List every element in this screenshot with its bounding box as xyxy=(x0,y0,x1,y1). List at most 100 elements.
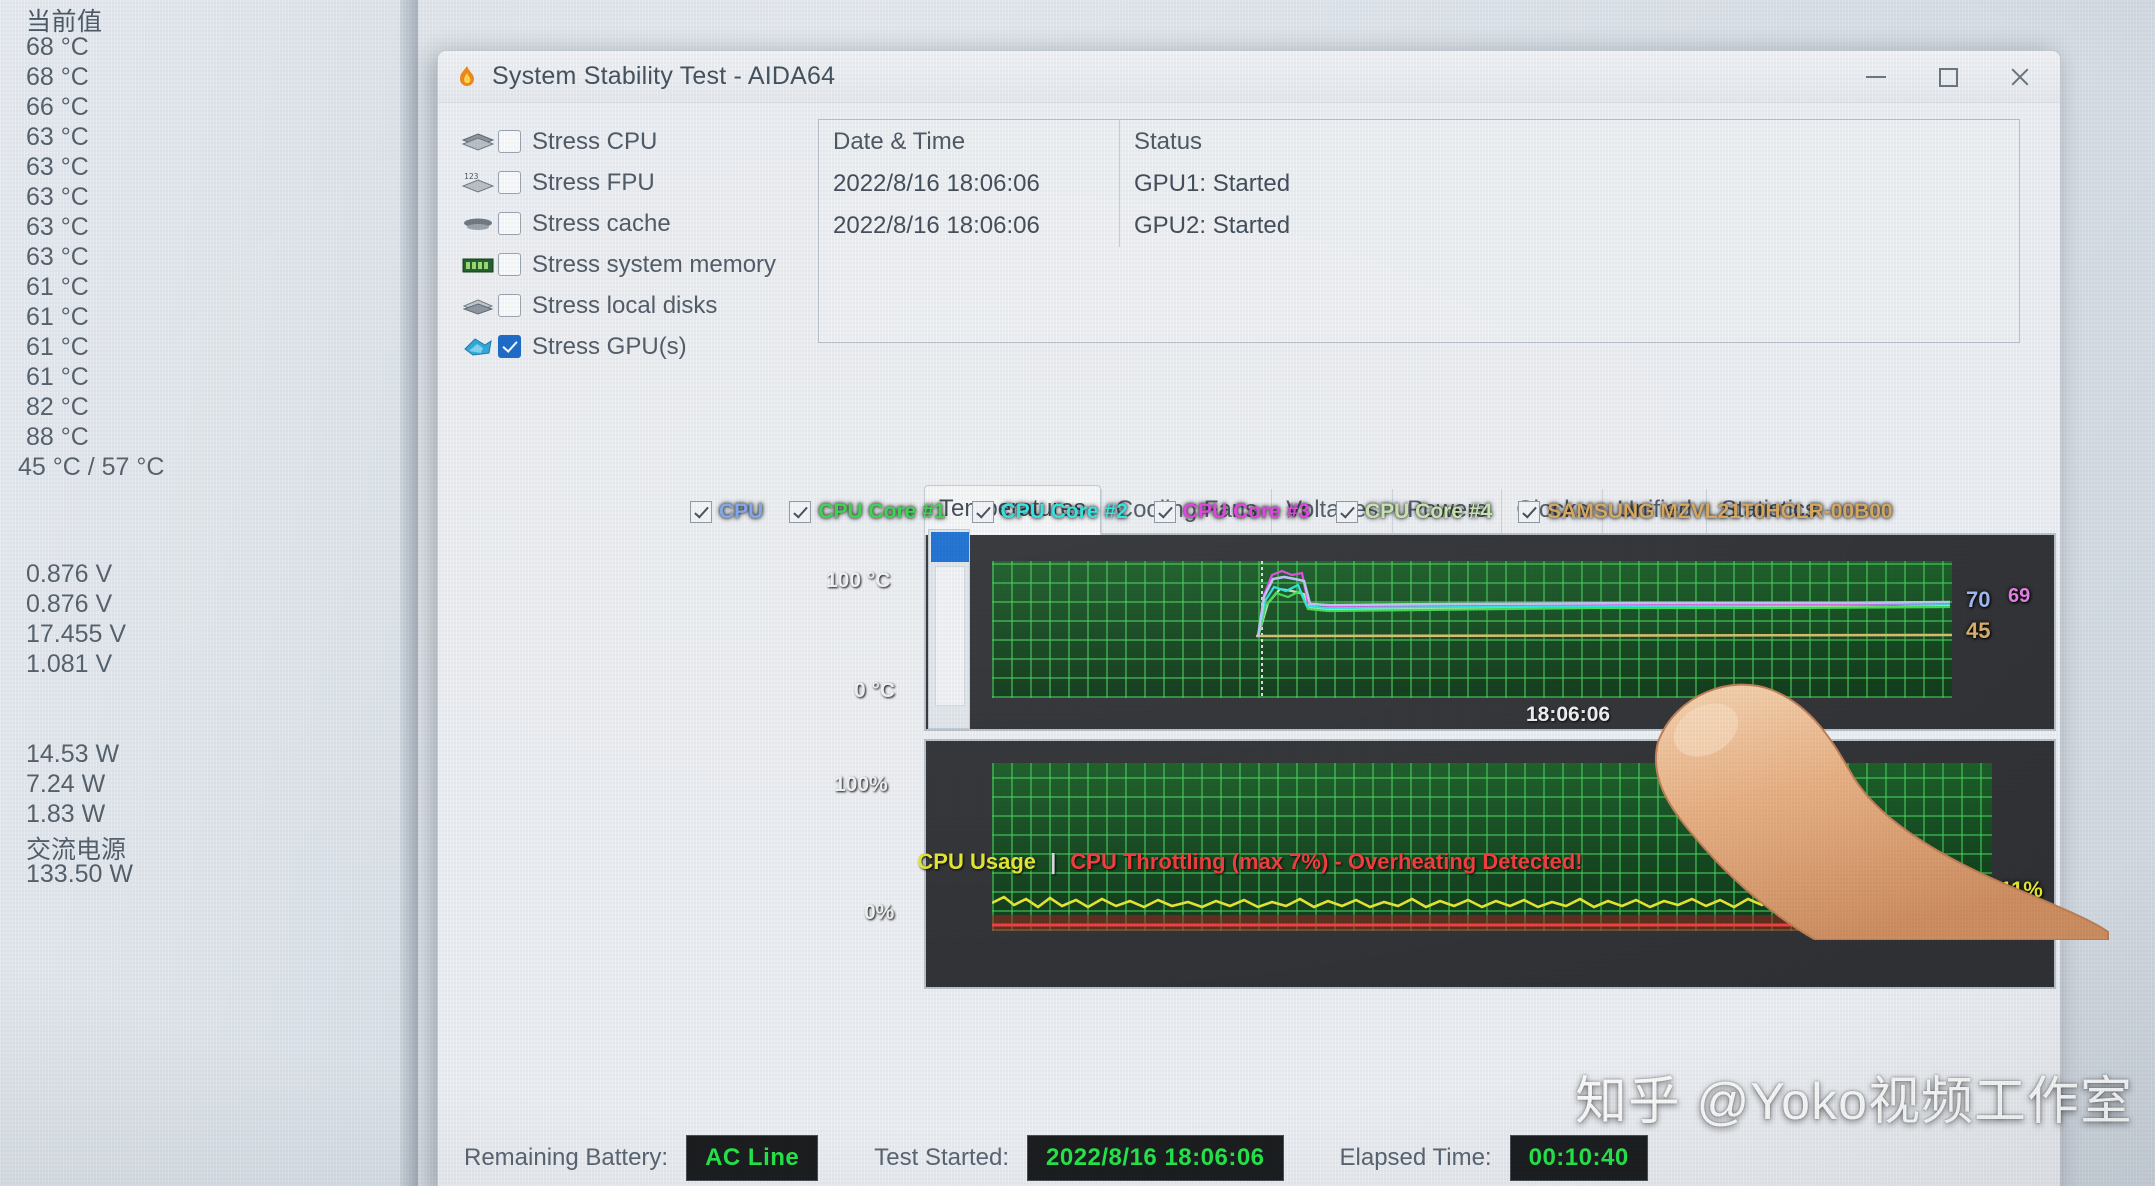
sensor-value: 1.081 V xyxy=(26,650,113,678)
scrollbar-thumb[interactable] xyxy=(931,532,969,562)
legend-item-core3[interactable]: CPU Core #3 xyxy=(1153,500,1310,524)
legend-checkbox[interactable] xyxy=(789,501,812,523)
stress-memory-checkbox[interactable] xyxy=(498,253,521,276)
temperature-plot-area xyxy=(992,561,1952,698)
stress-option-label: Stress FPU xyxy=(532,168,655,196)
temperature-chart-legend[interactable]: CPU CPU Core #1 CPU Core #2 CPU Core #3 … xyxy=(690,500,1893,524)
panel-divider xyxy=(400,0,418,1186)
cpu-usage-label: CPU Usage xyxy=(917,849,1036,874)
legend-label: CPU Core #1 xyxy=(818,500,946,523)
table-row[interactable]: 2022/8/16 18:06:06 GPU1: Started xyxy=(819,163,2019,205)
sensor-value: 17.455 V xyxy=(26,620,127,648)
column-header-datetime: Date & Time xyxy=(833,127,966,155)
stress-option-label: Stress local disks xyxy=(532,291,718,319)
stress-option-gpu[interactable]: Stress GPU(s) xyxy=(458,326,776,367)
sensor-value: 88 °C xyxy=(26,423,89,451)
title-separator: | xyxy=(1050,849,1057,874)
chart-scrollbar[interactable] xyxy=(928,529,970,729)
stress-options-list: Stress CPU 123 Stress FPU Stress cache S… xyxy=(458,121,776,367)
throttling-warning: CPU Throttling (max 7%) - Overheating De… xyxy=(1070,849,1583,874)
test-started-value: 2022/8/16 18:06:06 xyxy=(1027,1135,1284,1181)
sensor-value: 63 °C xyxy=(26,243,89,271)
sensor-panel: 当前值 68 °C 68 °C 66 °C 63 °C 63 °C 63 °C … xyxy=(0,0,415,1186)
stress-option-cache[interactable]: Stress cache xyxy=(458,203,776,244)
stress-option-fpu[interactable]: 123 Stress FPU xyxy=(458,162,776,203)
legend-checkbox[interactable] xyxy=(971,501,994,523)
legend-item-cpu[interactable]: CPU xyxy=(690,500,763,524)
legend-label: CPU xyxy=(719,500,764,523)
sensor-value: 63 °C xyxy=(26,123,89,151)
stress-fpu-checkbox[interactable] xyxy=(498,171,521,194)
legend-checkbox[interactable] xyxy=(1518,501,1541,523)
sensor-value: 68 °C xyxy=(26,33,89,61)
svg-text:123: 123 xyxy=(464,172,479,181)
elapsed-time-label: Elapsed Time: xyxy=(1339,1144,1492,1171)
maximize-button[interactable] xyxy=(1912,51,1984,103)
scrollbar-track[interactable] xyxy=(935,566,965,706)
close-button[interactable] xyxy=(1984,51,2056,103)
stress-disks-checkbox[interactable] xyxy=(498,294,521,317)
temp-axis-max-label: 100 °C xyxy=(826,569,891,592)
sensor-value: 68 °C xyxy=(26,63,89,91)
temp-value-label-core: 69 xyxy=(2008,585,2031,607)
remaining-battery-label: Remaining Battery: xyxy=(464,1144,669,1171)
stress-option-disks[interactable]: Stress local disks xyxy=(458,285,776,326)
cpu-axis-max-label: 100% xyxy=(834,773,888,796)
cell-status: GPU1: Started xyxy=(1134,170,1291,197)
sensor-value: 7.24 W xyxy=(26,770,106,798)
cpu-usage-chart-title: CPU Usage | CPU Throttling (max 7%) - Ov… xyxy=(440,849,2060,875)
sensor-value: 133.50 W xyxy=(26,860,134,888)
sensor-value: 61 °C xyxy=(26,363,89,391)
legend-label: SAMSUNG MZVL21T0HCLR-00B00 xyxy=(1547,500,1893,523)
legend-item-core2[interactable]: CPU Core #2 xyxy=(971,500,1128,524)
stress-option-cpu[interactable]: Stress CPU xyxy=(458,121,776,162)
stress-option-label: Stress cache xyxy=(532,209,671,237)
watermark-text: 知乎 @Yoko视频工作室 xyxy=(1575,1073,2133,1131)
sensor-value: 0.876 V xyxy=(26,590,113,618)
disk-icon xyxy=(458,291,498,321)
sensor-value: 63 °C xyxy=(26,213,89,241)
legend-checkbox[interactable] xyxy=(690,501,712,523)
maximize-icon xyxy=(1938,67,1958,87)
temp-axis-min-label: 0 °C xyxy=(854,679,896,702)
status-log-table[interactable]: Date & Time Status 2022/8/16 18:06:06 GP… xyxy=(818,119,2020,343)
stress-cache-checkbox[interactable] xyxy=(498,212,521,235)
sensor-value: 0.876 V xyxy=(26,560,113,588)
temperature-chart: 100 °C 0 °C 70 69 45 18:06:06 xyxy=(826,533,2056,731)
fpu-icon: 123 xyxy=(458,168,498,198)
laptop-screen-photo: 当前值 68 °C 68 °C 66 °C 63 °C 63 °C 63 °C … xyxy=(0,0,2155,1186)
cpu-throttling-value-label: 0% xyxy=(2024,909,2056,934)
cell-datetime: 2022/8/16 18:06:06 xyxy=(833,212,1040,239)
legend-item-samsung-ssd[interactable]: SAMSUNG MZVL21T0HCLR-00B00 xyxy=(1518,500,1893,524)
window-titlebar: System Stability Test - AIDA64 xyxy=(438,51,2060,103)
legend-label: CPU Core #3 xyxy=(1182,500,1310,523)
legend-checkbox[interactable] xyxy=(1153,501,1176,523)
cell-status: GPU2: Started xyxy=(1134,212,1291,239)
system-stability-test-window: System Stability Test - AIDA64 Stress CP… xyxy=(437,50,2061,1186)
sensor-value: 45 °C / 57 °C xyxy=(18,453,165,481)
minimize-button[interactable] xyxy=(1840,51,1912,103)
temp-value-label-ssd: 45 xyxy=(1966,618,1991,643)
cache-icon xyxy=(458,209,498,239)
memory-icon xyxy=(458,250,498,280)
table-row[interactable]: 2022/8/16 18:06:06 GPU2: Started xyxy=(819,205,2019,247)
test-started-label: Test Started: xyxy=(874,1144,1009,1171)
sensor-value: 82 °C xyxy=(26,393,89,421)
sensor-value: 61 °C xyxy=(26,303,89,331)
sensor-value: 14.53 W xyxy=(26,740,120,768)
stress-gpu-checkbox[interactable] xyxy=(498,335,521,358)
legend-label: CPU Core #4 xyxy=(1365,500,1493,523)
cpu-usage-plot-area xyxy=(992,763,1992,931)
stress-cpu-checkbox[interactable] xyxy=(498,130,521,153)
legend-item-core1[interactable]: CPU Core #1 xyxy=(789,500,946,524)
stress-option-memory[interactable]: Stress system memory xyxy=(458,244,776,285)
legend-checkbox[interactable] xyxy=(1336,501,1358,523)
sensor-value: 63 °C xyxy=(26,183,89,211)
sensor-value: 63 °C xyxy=(26,153,89,181)
options-area: Stress CPU 123 Stress FPU Stress cache S… xyxy=(438,103,2060,361)
temp-value-label-cpu: 70 xyxy=(1966,587,1991,612)
stress-option-label: Stress GPU(s) xyxy=(532,332,687,360)
legend-item-core4[interactable]: CPU Core #4 xyxy=(1336,500,1492,524)
column-header-status: Status xyxy=(1134,127,1203,155)
charts-panel: 100 °C 0 °C 70 69 45 18:06:06 CPU Usage … xyxy=(440,471,2060,1121)
